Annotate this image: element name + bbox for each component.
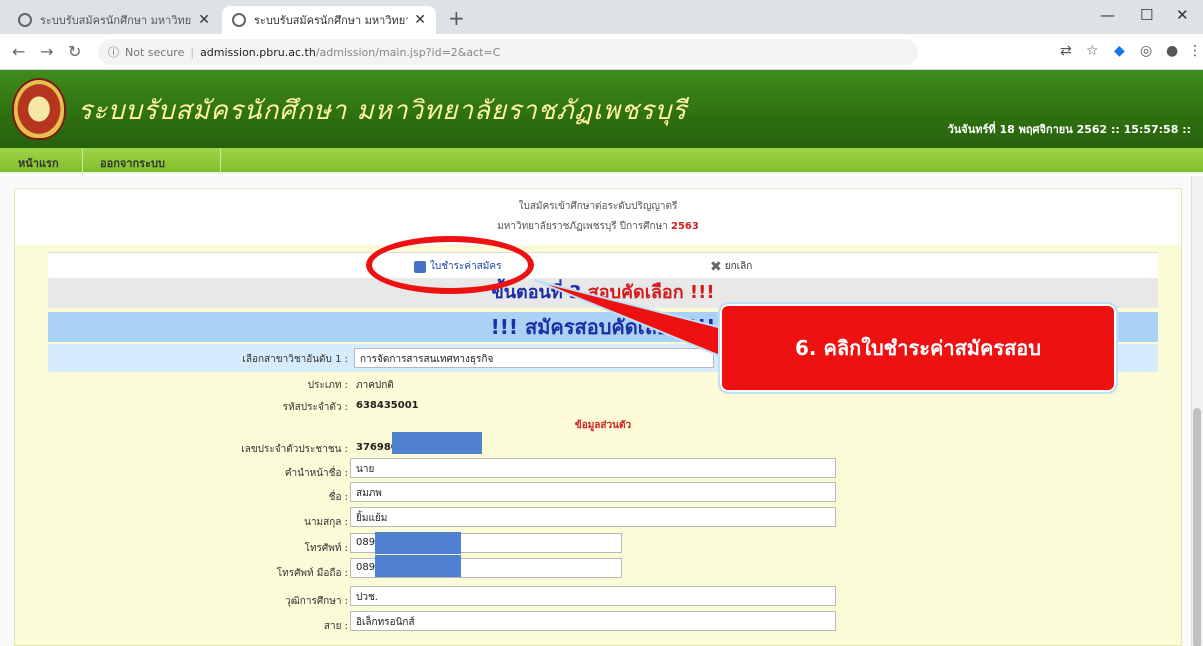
reload-icon[interactable]: ↻ xyxy=(68,42,81,61)
callout-step-number: 6. xyxy=(794,336,817,360)
title-prefix-field[interactable]: นาย xyxy=(350,458,836,478)
instruction-callout: 6. คลิกใบชำระค่าสมัครสอบ xyxy=(718,302,1118,394)
form-heading-line1: ใบสมัครเข้าศึกษาต่อระดับปริญญาตรี xyxy=(518,201,678,212)
address-bar[interactable]: ⓘ Not secure | admission.pbru.ac.th /adm… xyxy=(98,39,918,65)
menu-item-logout[interactable]: ออกจากระบบ xyxy=(100,154,165,172)
field-label: คำนำหน้าชื่อ : xyxy=(284,468,348,479)
minimize-icon[interactable]: — xyxy=(1100,6,1115,24)
maximize-icon[interactable]: ☐ xyxy=(1140,6,1153,24)
star-icon[interactable]: ☆ xyxy=(1086,43,1099,59)
back-icon[interactable]: ← xyxy=(12,42,25,61)
plus-icon[interactable]: + xyxy=(448,6,465,30)
education-level-field[interactable]: ปวช. xyxy=(350,586,836,606)
cross-icon: ✖ xyxy=(710,258,722,275)
banner-title: !!! สมัครสอบคัดเลือก !!! xyxy=(490,315,716,339)
step-description: สอบคัดเลือก !!! xyxy=(587,282,715,303)
applicant-id-value: 638435001 xyxy=(356,400,419,411)
field-label: นามสกุล : xyxy=(304,517,348,528)
tab-title: ระบบรับสมัครนักศึกษา มหาวิทยาลัย xyxy=(40,14,192,27)
form-heading-line2: มหาวิทยาลัยราชภัฏเพชรบุรี ปีการศึกษา 256… xyxy=(15,219,1181,234)
browser-toolbar: ← → ↻ ⓘ Not secure | admission.pbru.ac.t… xyxy=(0,34,1203,70)
divider xyxy=(220,148,221,174)
forward-icon[interactable]: → xyxy=(40,42,53,61)
field-label: โทรศัพท์ : xyxy=(304,543,348,554)
field-label: โทรศัพท์ มือถือ : xyxy=(276,568,348,579)
divider: | xyxy=(190,45,195,59)
menu-item-home[interactable]: หน้าแรก xyxy=(18,154,59,172)
field-label: วุฒิการศึกษา : xyxy=(285,596,348,607)
browser-tab-strip: ระบบรับสมัครนักศึกษา มหาวิทยาลัย ✕ ระบบร… xyxy=(0,0,1203,34)
form-heading: ใบสมัครเข้าศึกษาต่อระดับปริญญาตรี มหาวิท… xyxy=(15,189,1181,245)
current-date-time: วันจันทร์ที่ 18 พฤศจิกายน 2562 :: 15:57:… xyxy=(947,123,1191,136)
program-type-label: ประเภท : xyxy=(307,380,348,391)
profile-icon[interactable]: ● xyxy=(1166,43,1178,59)
cancel-application-label: ยกเลิก xyxy=(724,261,753,272)
translate-icon[interactable]: ⇄ xyxy=(1060,43,1072,59)
extension-icon[interactable]: ◎ xyxy=(1140,43,1152,59)
last-name-field[interactable]: ยิ้มแย้ม xyxy=(350,507,836,527)
site-favicon-icon xyxy=(18,13,32,27)
form-heading-university: มหาวิทยาลัยราชภัฏเพชรบุรี ปีการศึกษา xyxy=(497,221,668,232)
redaction-block xyxy=(375,555,461,577)
personal-info-heading: ข้อมูลส่วนตัว xyxy=(574,420,632,431)
study-track-field[interactable]: อิเล็กทรอนิกส์ xyxy=(350,611,836,631)
extension-icon[interactable]: ◆ xyxy=(1114,43,1125,59)
cancel-application-link[interactable]: ✖ ยกเลิก xyxy=(710,259,752,274)
browser-tab[interactable]: ระบบรับสมัครนักศึกษา มหาวิทยาลัย ✕ xyxy=(8,6,220,34)
browser-tab-active[interactable]: ระบบรับสมัครนักศึกษา มหาวิทยาลัย ✕ xyxy=(222,6,436,34)
field-label: สาย : xyxy=(323,621,348,632)
security-label: Not secure xyxy=(125,45,185,59)
site-header: ระบบรับสมัครนักศึกษา มหาวิทยาลัยราชภัฏเพ… xyxy=(0,70,1203,148)
url-host: admission.pbru.ac.th xyxy=(200,45,316,59)
field-label: ชื่อ : xyxy=(328,492,348,503)
close-tab-icon[interactable]: ✕ xyxy=(414,12,426,28)
site-menu-bar: หน้าแรก ออกจากระบบ xyxy=(0,148,1203,174)
divider xyxy=(82,148,83,174)
highlight-ring xyxy=(366,236,534,294)
branch-label: เลือกสาขาวิชาอันดับ 1 : xyxy=(242,354,348,365)
site-favicon-icon xyxy=(232,13,246,27)
scrollbar[interactable] xyxy=(1191,176,1203,646)
field-label: เลขประจำตัวประชาชน : xyxy=(241,444,348,455)
menu-icon[interactable]: ⋮ xyxy=(1188,43,1202,59)
applicant-id-label: รหัสประจำตัว : xyxy=(282,402,348,413)
academic-year: 2563 xyxy=(670,221,699,232)
redaction-block xyxy=(375,532,461,554)
close-tab-icon[interactable]: ✕ xyxy=(198,12,210,28)
step-label: ขั้นตอนที่ 3 สอบคัดเลือก !!! xyxy=(491,282,714,303)
site-title: ระบบรับสมัครนักศึกษา มหาวิทยาลัยราชภัฏเพ… xyxy=(78,96,688,126)
close-window-icon[interactable]: ✕ xyxy=(1176,6,1189,24)
branch-select[interactable]: การจัดการสารสนเทศทางธุรกิจ xyxy=(354,348,714,368)
tab-title: ระบบรับสมัครนักศึกษา มหาวิทยาลัย xyxy=(254,14,409,27)
scrollbar-thumb[interactable] xyxy=(1193,408,1201,646)
callout-instruction: คลิกใบชำระค่าสมัครสอบ xyxy=(823,336,1041,360)
program-type-value: ภาคปกติ xyxy=(356,380,394,391)
university-logo xyxy=(12,78,66,140)
form-action-links: ใบชำระค่าสมัคร ✖ ยกเลิก xyxy=(48,252,1158,278)
first-name-field[interactable]: สมภพ xyxy=(350,482,836,502)
info-icon[interactable]: ⓘ xyxy=(108,44,119,60)
callout-text: 6. คลิกใบชำระค่าสมัครสอบ xyxy=(720,304,1116,392)
redaction-block xyxy=(392,432,482,454)
url-path: /admission/main.jsp?id=2&act=C xyxy=(315,45,501,59)
